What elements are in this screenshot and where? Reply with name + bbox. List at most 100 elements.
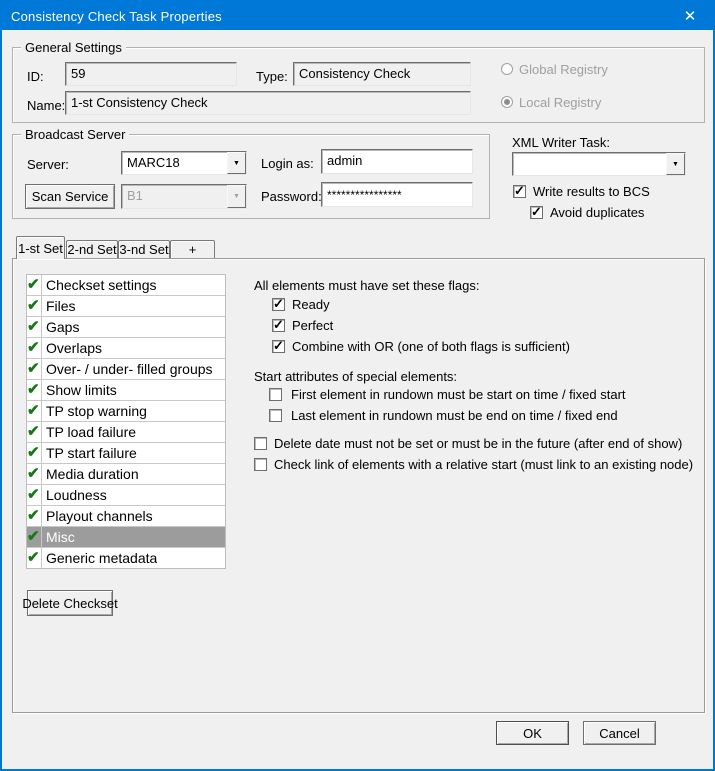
title-bar[interactable]: Consistency Check Task Properties ✕ (2, 2, 713, 30)
xml-writer-task-arrow[interactable]: ▼ (666, 153, 685, 175)
id-field[interactable]: 59 (65, 62, 237, 86)
tab-add-set[interactable]: + (170, 240, 215, 258)
general-settings-legend: General Settings (21, 40, 126, 55)
dialog-window: Consistency Check Task Properties ✕ Gene… (0, 0, 715, 771)
xml-writer-task-value (513, 153, 666, 175)
server-combo-arrow[interactable]: ▼ (227, 152, 246, 174)
list-item-tp-stop-warning[interactable]: ✔TP stop warning (27, 401, 225, 422)
green-check-icon: ✔ (27, 297, 40, 314)
green-check-icon: ✔ (27, 318, 40, 335)
xml-writer-task-combo[interactable]: ▼ (512, 152, 686, 176)
last-element-checkbox[interactable] (269, 409, 282, 422)
check-icon: ✓ (273, 296, 284, 311)
perfect-checkbox[interactable]: ✓ (272, 319, 285, 332)
green-check-icon: ✔ (27, 507, 40, 524)
type-field[interactable]: Consistency Check (293, 62, 471, 86)
list-item-media-duration[interactable]: ✔Media duration (27, 464, 225, 485)
scan-service-button[interactable]: Scan Service (25, 184, 115, 209)
list-item-gaps[interactable]: ✔Gaps (27, 317, 225, 338)
broadcast-server-legend: Broadcast Server (21, 127, 129, 142)
green-check-icon: ✔ (27, 339, 40, 356)
write-results-checkbox[interactable]: ✓ (513, 185, 526, 198)
tab-label: 3-nd Set (119, 242, 168, 257)
server-label: Server: (27, 157, 69, 172)
server-combo-value: MARC18 (122, 152, 227, 174)
list-item-files[interactable]: ✔Files (27, 296, 225, 317)
check-icon: ✓ (273, 317, 284, 332)
name-field[interactable]: 1-st Consistency Check (65, 91, 471, 115)
list-item-misc[interactable]: ✔Misc (27, 527, 225, 548)
list-item-tp-start-failure[interactable]: ✔TP start failure (27, 443, 225, 464)
green-check-icon: ✔ (27, 402, 40, 419)
xml-writer-task-label: XML Writer Task: (512, 135, 610, 150)
list-item-checkset-settings[interactable]: ✔Checkset settings (27, 275, 225, 296)
ok-label: OK (523, 726, 542, 741)
list-item-generic-metadata[interactable]: ✔Generic metadata (27, 548, 225, 568)
check-link-checkbox[interactable] (254, 458, 267, 471)
check-icon: ✓ (531, 204, 542, 219)
delete-checkset-button[interactable]: Delete Checkset (27, 590, 113, 616)
cancel-button[interactable]: Cancel (583, 721, 656, 745)
local-registry-label: Local Registry (519, 95, 601, 110)
service-combo-value: B1 (122, 185, 227, 208)
green-check-icon: ✔ (27, 444, 40, 461)
list-item-overlaps[interactable]: ✔Overlaps (27, 338, 225, 359)
list-item-label: TP start failure (42, 445, 137, 461)
flags-heading: All elements must have set these flags: (254, 278, 479, 293)
check-cell: ✔ (27, 338, 42, 358)
green-check-icon: ✔ (27, 423, 40, 440)
delete-date-label: Delete date must not be set or must be i… (274, 436, 682, 451)
password-field[interactable]: **************** (321, 182, 473, 207)
ready-checkbox[interactable]: ✓ (272, 298, 285, 311)
ready-label: Ready (292, 297, 330, 312)
check-cell: ✔ (27, 275, 42, 295)
check-icon: ✓ (273, 338, 284, 353)
password-label: Password: (261, 189, 322, 204)
name-value: 1-st Consistency Check (71, 95, 208, 110)
list-item-label: Gaps (42, 319, 79, 335)
close-icon: ✕ (684, 7, 697, 25)
tab-label: + (189, 242, 197, 257)
write-results-label: Write results to BCS (533, 184, 650, 199)
login-field[interactable]: admin (321, 149, 473, 174)
first-element-checkbox[interactable] (269, 388, 282, 401)
check-cell: ✔ (27, 506, 42, 526)
type-value: Consistency Check (299, 66, 410, 81)
dropdown-icon: ▼ (233, 193, 240, 200)
avoid-duplicates-checkbox[interactable]: ✓ (530, 206, 543, 219)
tab-2nd-set[interactable]: 2-nd Set (66, 240, 118, 258)
check-cell: ✔ (27, 464, 42, 484)
server-combo[interactable]: MARC18 ▼ (121, 151, 247, 175)
combine-or-checkbox[interactable]: ✓ (272, 340, 285, 353)
green-check-icon: ✔ (27, 549, 40, 566)
tab-label: 2-nd Set (67, 242, 116, 257)
list-item-label: Checkset settings (42, 277, 157, 293)
list-item-label: Media duration (42, 466, 139, 482)
check-cell: ✔ (27, 548, 42, 568)
first-element-label: First element in rundown must be start o… (291, 387, 626, 402)
list-item-playout-channels[interactable]: ✔Playout channels (27, 506, 225, 527)
combine-or-label: Combine with OR (one of both flags is su… (292, 339, 570, 354)
list-item-loudness[interactable]: ✔Loudness (27, 485, 225, 506)
list-item-show-limits[interactable]: ✔Show limits (27, 380, 225, 401)
service-combo-arrow: ▼ (227, 185, 246, 208)
check-cell: ✔ (27, 317, 42, 337)
green-check-icon: ✔ (27, 381, 40, 398)
tab-1st-set[interactable]: 1-st Set (16, 236, 65, 259)
local-registry-radio[interactable] (501, 96, 513, 108)
login-label: Login as: (261, 156, 314, 171)
global-registry-radio[interactable] (501, 63, 513, 75)
check-icon: ✓ (514, 183, 525, 198)
list-item-label: Playout channels (42, 508, 153, 524)
delete-date-checkbox[interactable] (254, 437, 267, 450)
broadcast-server-group: Broadcast Server Server: MARC18 ▼ Login … (12, 134, 490, 219)
list-item-tp-load-failure[interactable]: ✔TP load failure (27, 422, 225, 443)
list-item-over-under-filled-groups[interactable]: ✔Over- / under- filled groups (27, 359, 225, 380)
ok-button[interactable]: OK (496, 721, 569, 745)
close-button[interactable]: ✕ (667, 2, 713, 30)
check-cell: ✔ (27, 485, 42, 505)
tab-3rd-set[interactable]: 3-nd Set (118, 240, 170, 258)
list-item-label: Generic metadata (42, 550, 157, 566)
scan-service-label: Scan Service (32, 189, 109, 204)
service-combo[interactable]: B1 ▼ (121, 184, 247, 209)
